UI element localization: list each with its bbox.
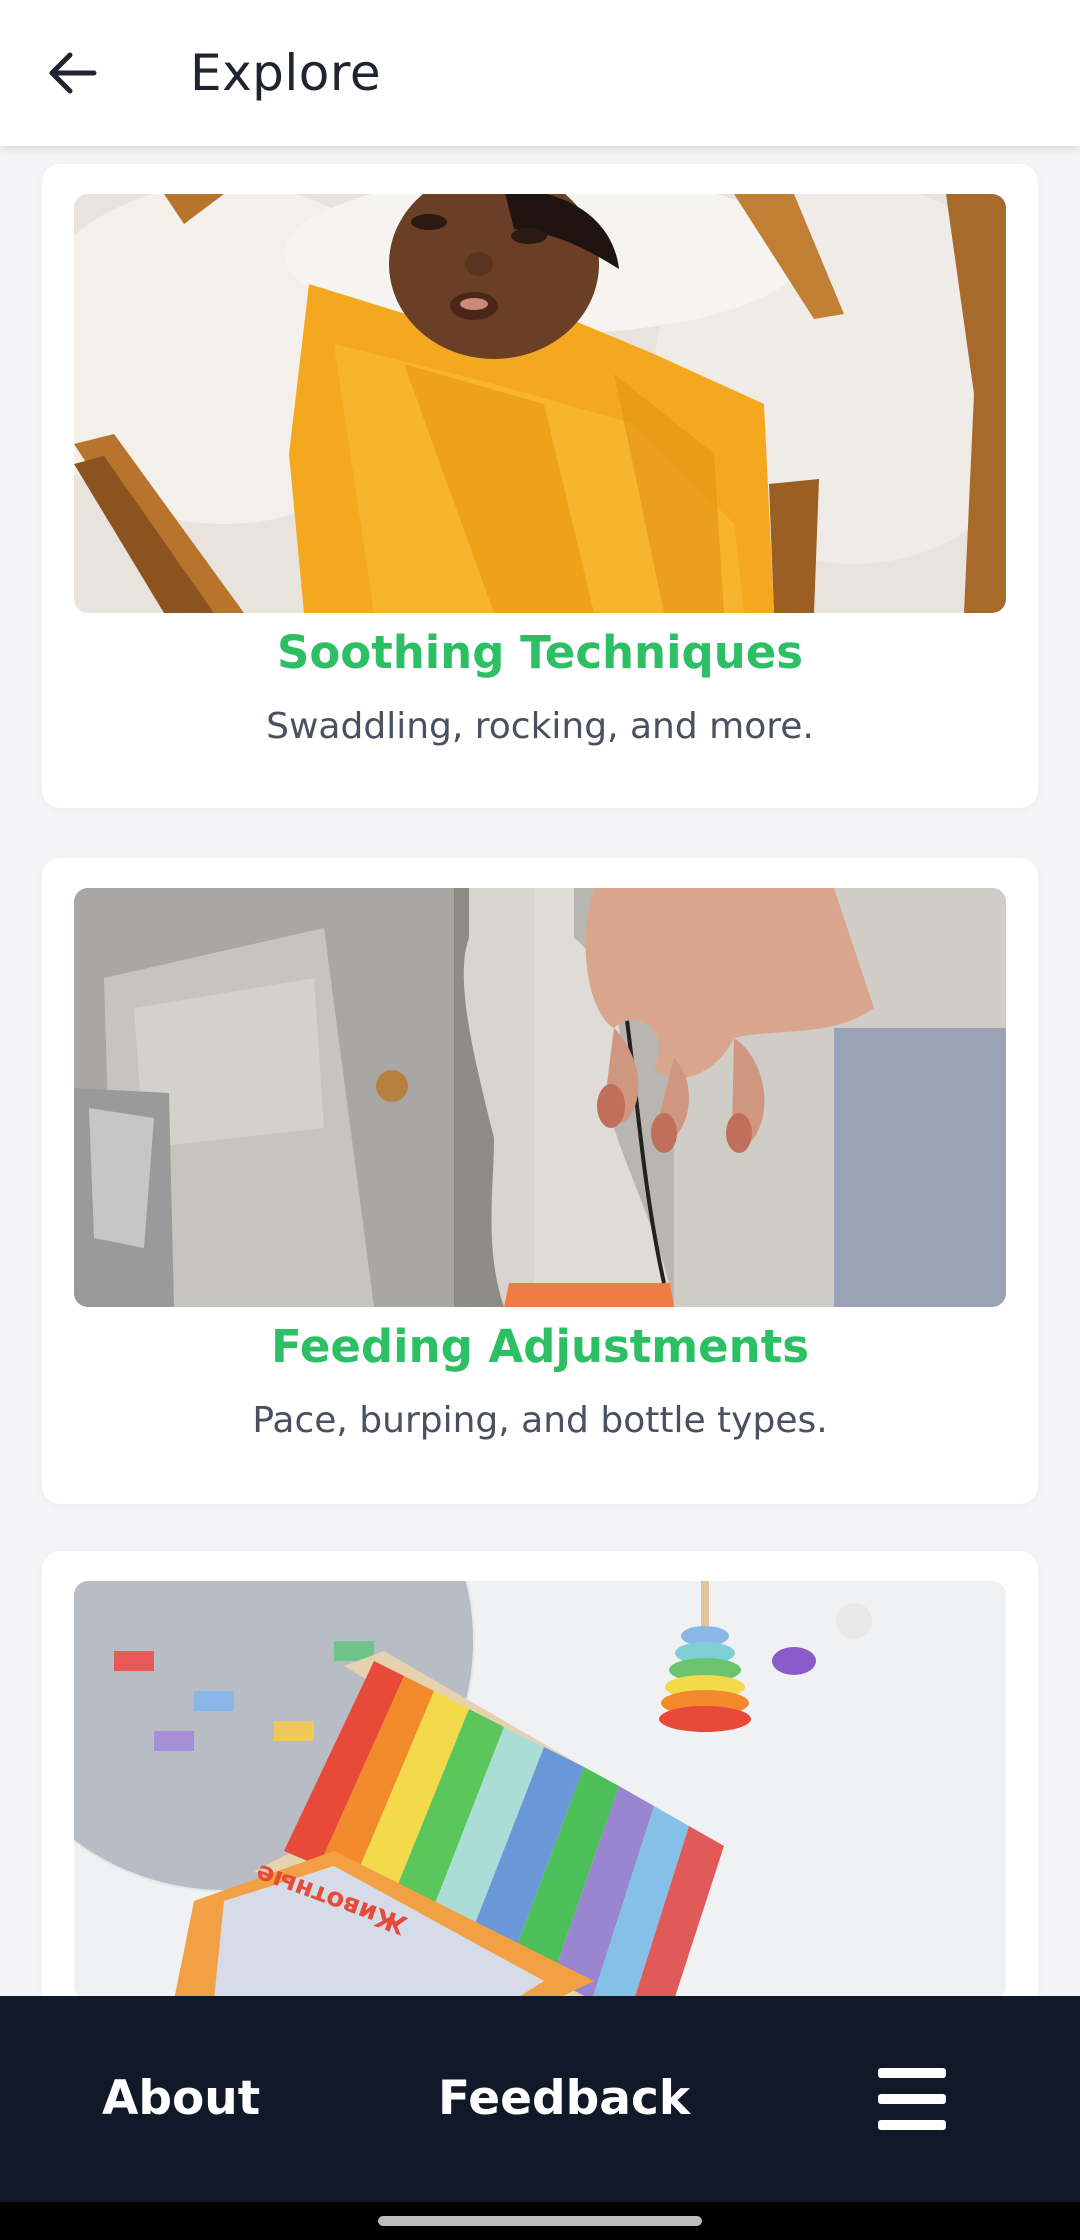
- card-image-play: Животные: [74, 1581, 1006, 1996]
- card-image-soothing: [74, 194, 1006, 613]
- about-link[interactable]: About: [102, 2066, 260, 2132]
- feedback-link[interactable]: Feedback: [438, 2066, 690, 2132]
- card-title: Soothing Techniques: [276, 626, 804, 679]
- baby-bottle-image: [74, 888, 1006, 1307]
- explore-screen: Explore Soothing Techniques Swaddling, r…: [0, 0, 1080, 2240]
- topics-list[interactable]: Soothing Techniques Swaddling, rocking, …: [0, 146, 1080, 1996]
- system-navigation-bar: [0, 2202, 1080, 2240]
- topic-card-play[interactable]: Животные: [42, 1551, 1038, 1996]
- app-bar: Explore: [0, 0, 1080, 146]
- menu-button[interactable]: [868, 2064, 954, 2134]
- gesture-handle[interactable]: [378, 2216, 702, 2226]
- toy-xylophone-image: Животные: [74, 1581, 1006, 1996]
- swaddled-baby-image: [74, 194, 1006, 613]
- bottom-navigation: About Feedback: [0, 1996, 1080, 2202]
- arrow-left-icon: [49, 52, 97, 94]
- page-title: Explore: [190, 44, 382, 102]
- card-description: Swaddling, rocking, and more.: [266, 706, 814, 747]
- card-description: Pace, burping, and bottle types.: [252, 1400, 828, 1441]
- topic-card-feeding[interactable]: Feeding Adjustments Pace, burping, and b…: [42, 858, 1038, 1504]
- card-title: Feeding Adjustments: [270, 1320, 810, 1373]
- back-button[interactable]: [38, 38, 108, 108]
- topic-card-soothing[interactable]: Soothing Techniques Swaddling, rocking, …: [42, 164, 1038, 808]
- card-image-feeding: [74, 888, 1006, 1307]
